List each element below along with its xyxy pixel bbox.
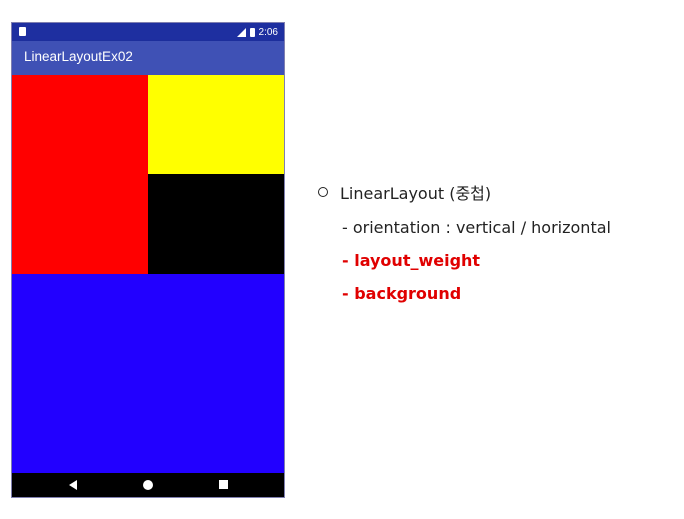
status-time: 2:06 — [258, 26, 278, 38]
navigation-bar — [12, 473, 284, 497]
status-icons: 2:06 — [236, 25, 278, 39]
linear-layout-content — [12, 75, 284, 473]
app-title: LinearLayoutEx02 — [24, 49, 133, 64]
notes-heading-row: LinearLayout (중첩) — [318, 180, 611, 204]
signal-icon — [236, 27, 246, 37]
note-item-layout-weight: - layout_weight — [342, 251, 481, 270]
bullet-circle-icon — [318, 187, 328, 197]
yellow-block — [148, 75, 284, 174]
app-bar: LinearLayoutEx02 — [12, 41, 284, 75]
recents-icon[interactable] — [219, 480, 228, 489]
battery-icon — [249, 27, 255, 37]
back-icon[interactable] — [69, 480, 77, 490]
notes-panel: LinearLayout (중첩) - orientation : vertic… — [318, 180, 611, 303]
notification-icon — [19, 27, 26, 36]
note-item-background: - background — [342, 284, 462, 303]
black-block — [148, 174, 284, 274]
phone-screen: 2:06 LinearLayoutEx02 — [11, 22, 285, 498]
notes-heading: LinearLayout (중첩) — [340, 184, 492, 203]
note-item-orientation: - orientation : vertical / horizontal — [342, 218, 611, 237]
home-icon[interactable] — [143, 480, 153, 490]
red-block — [12, 75, 148, 274]
status-bar: 2:06 — [12, 23, 284, 41]
blue-block — [12, 274, 284, 473]
